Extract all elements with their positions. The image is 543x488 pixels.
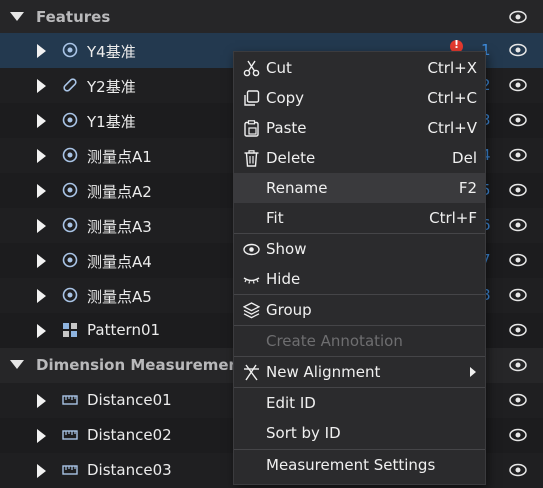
eye-icon[interactable] bbox=[509, 323, 527, 337]
eye-icon[interactable] bbox=[509, 288, 527, 302]
menu-item-new-alignment[interactable]: New Alignment bbox=[234, 357, 485, 387]
eye-icon[interactable] bbox=[509, 218, 527, 232]
dimension-label: Distance03 bbox=[87, 461, 172, 479]
eye-icon[interactable] bbox=[509, 183, 527, 197]
feature-label: Y1基准 bbox=[87, 113, 136, 131]
menu-item-edit-id[interactable]: Edit ID bbox=[234, 388, 485, 418]
paste-icon bbox=[244, 120, 259, 137]
circle-feature-icon bbox=[62, 182, 78, 198]
slot-feature-icon bbox=[63, 78, 77, 92]
expand-arrow-icon[interactable] bbox=[37, 254, 46, 268]
shortcut-label: Ctrl+C bbox=[427, 89, 477, 107]
feature-label: 测量点A1 bbox=[87, 148, 152, 166]
feature-label: Pattern01 bbox=[87, 321, 161, 339]
expand-arrow-icon[interactable] bbox=[37, 114, 46, 128]
eye-icon[interactable] bbox=[509, 358, 527, 372]
menu-item-create-annotation: Create Annotation bbox=[234, 326, 485, 356]
menu-item-group[interactable]: Group bbox=[234, 295, 485, 325]
distance-icon bbox=[62, 465, 78, 475]
menu-item-rename[interactable]: Rename F2 bbox=[234, 173, 485, 203]
feature-label: 测量点A2 bbox=[87, 183, 152, 201]
expand-arrow-icon[interactable] bbox=[37, 464, 46, 478]
dimension-group-title: Dimension Measurements bbox=[36, 356, 256, 374]
eye-icon[interactable] bbox=[509, 10, 527, 24]
menu-item-label: Sort by ID bbox=[266, 424, 341, 442]
feature-label: 测量点A4 bbox=[87, 253, 152, 271]
menu-item-label: New Alignment bbox=[266, 363, 381, 381]
eye-icon bbox=[243, 243, 260, 256]
feature-label: Y2基准 bbox=[87, 78, 136, 96]
feature-label: Y4基准 bbox=[87, 43, 136, 61]
eye-icon[interactable] bbox=[509, 113, 527, 127]
submenu-arrow-icon bbox=[470, 367, 476, 377]
pattern-icon bbox=[63, 323, 77, 337]
menu-item-fit[interactable]: Fit Ctrl+F bbox=[234, 203, 485, 233]
menu-item-label: Measurement Settings bbox=[266, 456, 436, 474]
menu-item-delete[interactable]: Delete Del bbox=[234, 143, 485, 173]
eye-icon[interactable] bbox=[509, 428, 527, 442]
circle-feature-icon bbox=[62, 147, 78, 163]
feature-label: 测量点A5 bbox=[87, 288, 152, 306]
menu-item-show[interactable]: Show bbox=[234, 234, 485, 264]
menu-item-measurement-settings[interactable]: Measurement Settings bbox=[234, 450, 485, 480]
chevron-down-icon[interactable] bbox=[10, 360, 24, 369]
menu-item-paste[interactable]: Paste Ctrl+V bbox=[234, 113, 485, 143]
circle-feature-icon bbox=[62, 217, 78, 233]
expand-arrow-icon[interactable] bbox=[37, 324, 46, 338]
menu-item-label: Rename bbox=[266, 179, 328, 197]
menu-item-label: Group bbox=[266, 301, 312, 319]
expand-arrow-icon[interactable] bbox=[37, 44, 46, 58]
features-group-title: Features bbox=[36, 8, 111, 26]
menu-item-label: Hide bbox=[266, 270, 301, 288]
circle-feature-icon bbox=[62, 42, 78, 58]
copy-icon bbox=[244, 90, 260, 106]
alignment-icon bbox=[244, 364, 259, 381]
menu-item-hide[interactable]: Hide bbox=[234, 264, 485, 294]
eye-icon[interactable] bbox=[509, 78, 527, 92]
features-group-header[interactable]: Features bbox=[0, 0, 543, 35]
shortcut-label: Ctrl+F bbox=[429, 209, 477, 227]
dimension-label: Distance01 bbox=[87, 391, 172, 409]
shortcut-label: Ctrl+V bbox=[427, 119, 477, 137]
trash-icon bbox=[244, 150, 259, 167]
context-menu: Cut Ctrl+X Copy Ctrl+C Paste Ctrl+V Dele… bbox=[233, 51, 486, 485]
expand-arrow-icon[interactable] bbox=[37, 289, 46, 303]
expand-arrow-icon[interactable] bbox=[37, 429, 46, 443]
eye-icon[interactable] bbox=[509, 393, 527, 407]
expand-arrow-icon[interactable] bbox=[37, 219, 46, 233]
menu-item-sort-by-id[interactable]: Sort by ID bbox=[234, 418, 485, 448]
shortcut-label: Del bbox=[452, 149, 477, 167]
expand-arrow-icon[interactable] bbox=[37, 184, 46, 198]
menu-item-copy[interactable]: Copy Ctrl+C bbox=[234, 83, 485, 113]
expand-arrow-icon[interactable] bbox=[37, 394, 46, 408]
circle-feature-icon bbox=[62, 287, 78, 303]
chevron-down-icon[interactable] bbox=[10, 12, 24, 21]
distance-icon bbox=[62, 395, 78, 405]
feature-label: 测量点A3 bbox=[87, 218, 152, 236]
menu-item-label: Create Annotation bbox=[266, 332, 403, 350]
eye-icon[interactable] bbox=[509, 43, 527, 57]
distance-icon bbox=[62, 430, 78, 440]
menu-item-label: Paste bbox=[266, 119, 307, 137]
expand-arrow-icon[interactable] bbox=[37, 79, 46, 93]
menu-item-label: Edit ID bbox=[266, 394, 316, 412]
closed-eye-icon bbox=[243, 277, 260, 284]
eye-icon[interactable] bbox=[509, 148, 527, 162]
expand-arrow-icon[interactable] bbox=[37, 149, 46, 163]
circle-feature-icon bbox=[62, 252, 78, 268]
menu-item-label: Show bbox=[266, 240, 307, 258]
scissors-icon bbox=[243, 60, 260, 77]
layers-icon bbox=[243, 302, 260, 319]
eye-icon[interactable] bbox=[509, 463, 527, 477]
menu-item-cut[interactable]: Cut Ctrl+X bbox=[234, 53, 485, 83]
dimension-label: Distance02 bbox=[87, 426, 172, 444]
shortcut-label: Ctrl+X bbox=[427, 59, 477, 77]
menu-item-label: Delete bbox=[266, 149, 316, 167]
circle-feature-icon bbox=[62, 112, 78, 128]
menu-item-label: Copy bbox=[266, 89, 305, 107]
menu-item-label: Cut bbox=[266, 59, 292, 77]
menu-item-label: Fit bbox=[266, 209, 284, 227]
eye-icon[interactable] bbox=[509, 253, 527, 267]
shortcut-label: F2 bbox=[458, 179, 477, 197]
